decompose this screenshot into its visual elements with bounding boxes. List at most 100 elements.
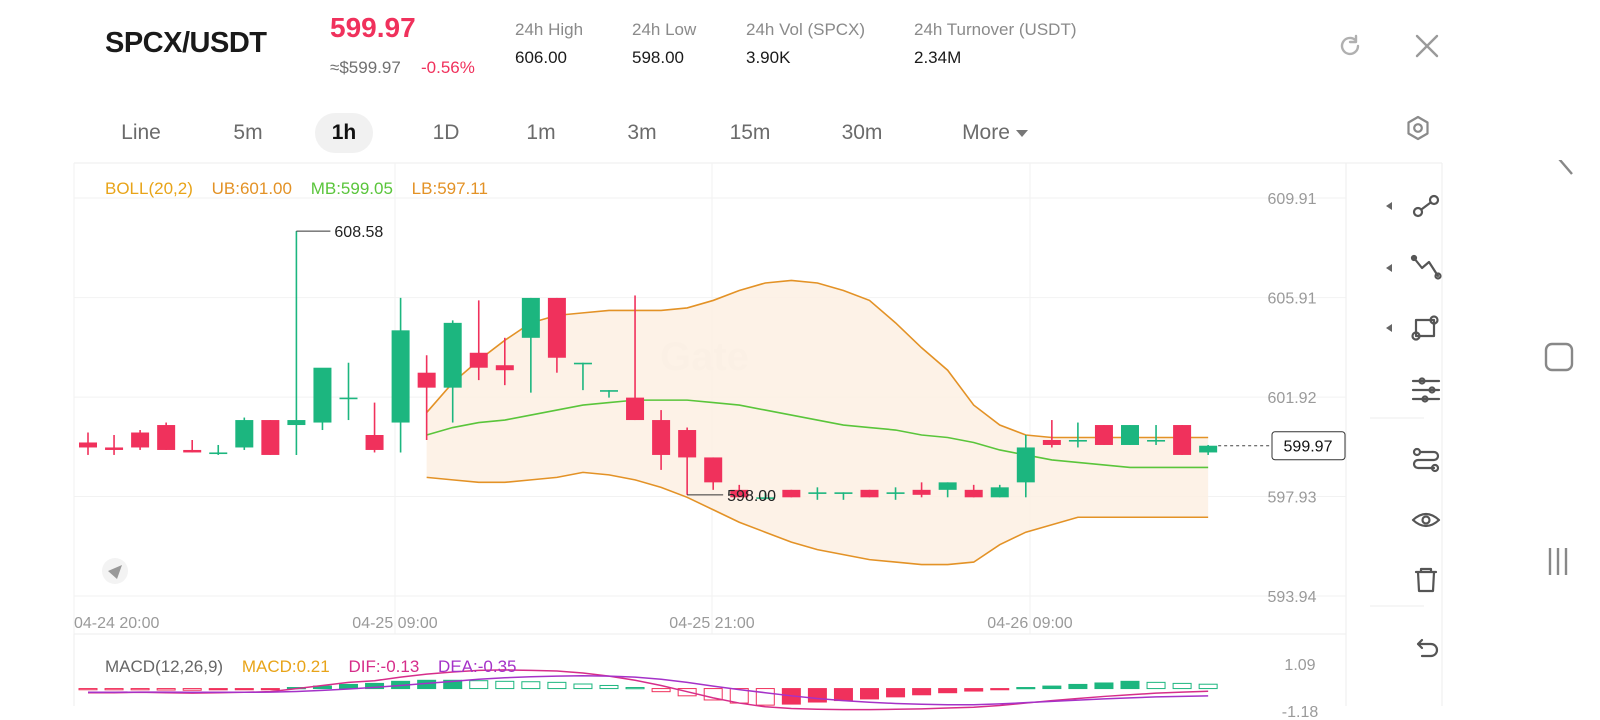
tab-30m[interactable]: 30m — [832, 113, 892, 153]
min-price-label: 598.00 — [727, 488, 776, 505]
macd-bar — [208, 688, 228, 691]
macd-bar — [651, 688, 671, 693]
candle-body — [287, 420, 306, 426]
y-tick-label: 601.92 — [1268, 390, 1317, 407]
macd-bar — [234, 688, 254, 691]
stat-low-value: 598.00 — [632, 48, 684, 67]
stat-high-label: 24h High — [515, 20, 584, 39]
expand-arrow-icon — [1386, 202, 1392, 210]
candle-body — [938, 482, 957, 490]
undo-icon[interactable] — [1416, 638, 1439, 658]
stat-vol-value: 3.90K — [746, 48, 791, 67]
candle — [339, 362, 358, 421]
candle-body — [1199, 445, 1218, 453]
candle-body — [600, 390, 618, 392]
x-tick-label: 04-25 21:00 — [669, 615, 755, 632]
y-tick-label: 609.91 — [1268, 191, 1317, 208]
macd-legend: MACD(12,26,9) MACD:0.21 DIF:-0.13 DEA:-0… — [105, 657, 516, 677]
candle — [157, 422, 176, 450]
macd-bar — [1120, 680, 1140, 690]
candle-body — [313, 367, 332, 423]
macd-bar — [938, 688, 958, 694]
stat-low-label: 24h Low — [632, 20, 697, 39]
candle — [183, 439, 202, 453]
tab-more[interactable]: More — [950, 113, 1040, 153]
candle — [105, 435, 124, 455]
macd-bar — [182, 688, 202, 691]
macd-bar — [260, 688, 280, 691]
expand-arrow-icon — [1386, 324, 1392, 332]
macd-bar — [755, 688, 775, 706]
candle-body — [704, 457, 723, 483]
close-icon[interactable] — [1414, 33, 1440, 59]
usd-price: ≈$599.97 — [330, 58, 401, 77]
candle-body — [860, 489, 879, 498]
macd-bar — [1042, 685, 1062, 690]
candle — [391, 297, 410, 453]
candle-body — [1068, 439, 1087, 442]
macd-value: MACD:0.21 — [241, 657, 330, 676]
candle — [287, 231, 306, 455]
caret-down-icon — [1015, 129, 1028, 137]
dea-value: DEA:-0.35 — [438, 657, 517, 676]
y-tick-label: 593.94 — [1268, 589, 1317, 606]
macd-bar — [833, 688, 853, 702]
tab-1h[interactable]: 1h — [315, 113, 373, 153]
chart-settings-icon[interactable] — [1404, 114, 1432, 142]
candle-body — [1121, 425, 1139, 445]
candle — [261, 420, 280, 455]
stat-high-value: 606.00 — [515, 48, 567, 67]
macd-bar — [1016, 687, 1036, 690]
template-icon[interactable] — [1412, 447, 1440, 473]
indicator-settings-icon[interactable] — [1411, 377, 1441, 403]
candle-body — [443, 322, 462, 388]
boll-legend: BOLL(20,2) UB:601.00 MB:599.05 LB:597.11 — [105, 179, 488, 199]
macd-bar — [625, 687, 645, 690]
boll-mb: MB:599.05 — [310, 179, 393, 198]
candle-body — [626, 397, 645, 421]
pair-title: SPCX/USDT — [105, 27, 267, 59]
dif-value: DIF:-0.13 — [348, 657, 420, 676]
macd-bar — [521, 681, 541, 690]
macd-bar — [990, 688, 1010, 691]
candle — [209, 444, 228, 455]
macd-bar — [104, 688, 124, 691]
line-tool-icon[interactable] — [1386, 194, 1440, 218]
macd-y-tick: 1.09 — [1284, 657, 1315, 674]
candle-body — [573, 362, 592, 365]
delete-icon[interactable] — [1414, 567, 1438, 593]
candle-body — [469, 352, 488, 368]
macd-bar — [1172, 682, 1192, 690]
candle-body — [131, 432, 150, 448]
trash-path — [1414, 567, 1438, 593]
tab-1m[interactable]: 1m — [515, 113, 567, 153]
tab-3m[interactable]: 3m — [616, 113, 668, 153]
tab-1d[interactable]: 1D — [420, 113, 472, 153]
tab-more-label: More — [962, 121, 1010, 144]
boll-ub: UB:601.00 — [211, 179, 292, 198]
tab-15m[interactable]: 15m — [720, 113, 780, 153]
refresh-icon[interactable] — [1336, 32, 1364, 60]
macd-bar — [1146, 681, 1166, 690]
candle-body — [886, 492, 905, 494]
link — [1420, 201, 1432, 211]
macd-bar — [156, 688, 176, 691]
price-change: -0.56% — [421, 58, 475, 77]
shape-tool-icon[interactable] — [1386, 315, 1439, 341]
candle-body — [1173, 425, 1192, 455]
visibility-icon[interactable] — [1411, 512, 1441, 528]
trend-tool-icon[interactable] — [1386, 254, 1442, 280]
nav-home-icon — [1544, 342, 1574, 372]
candle — [1121, 425, 1139, 445]
macd-bar — [495, 680, 515, 690]
candle-body — [1016, 447, 1035, 483]
tab-line[interactable]: Line — [110, 113, 172, 153]
x-tick-label: 04-25 09:00 — [352, 615, 438, 632]
kline-chart[interactable]: Gate 608.58598.00599.97 1.09-1.18 609.91… — [0, 160, 1600, 720]
candle-body — [678, 430, 697, 458]
boll-band — [426, 279, 1209, 566]
candle-body — [235, 420, 254, 448]
macd-bar — [1094, 682, 1114, 690]
tab-5m[interactable]: 5m — [222, 113, 274, 153]
last-price: 599.97 — [330, 12, 416, 43]
